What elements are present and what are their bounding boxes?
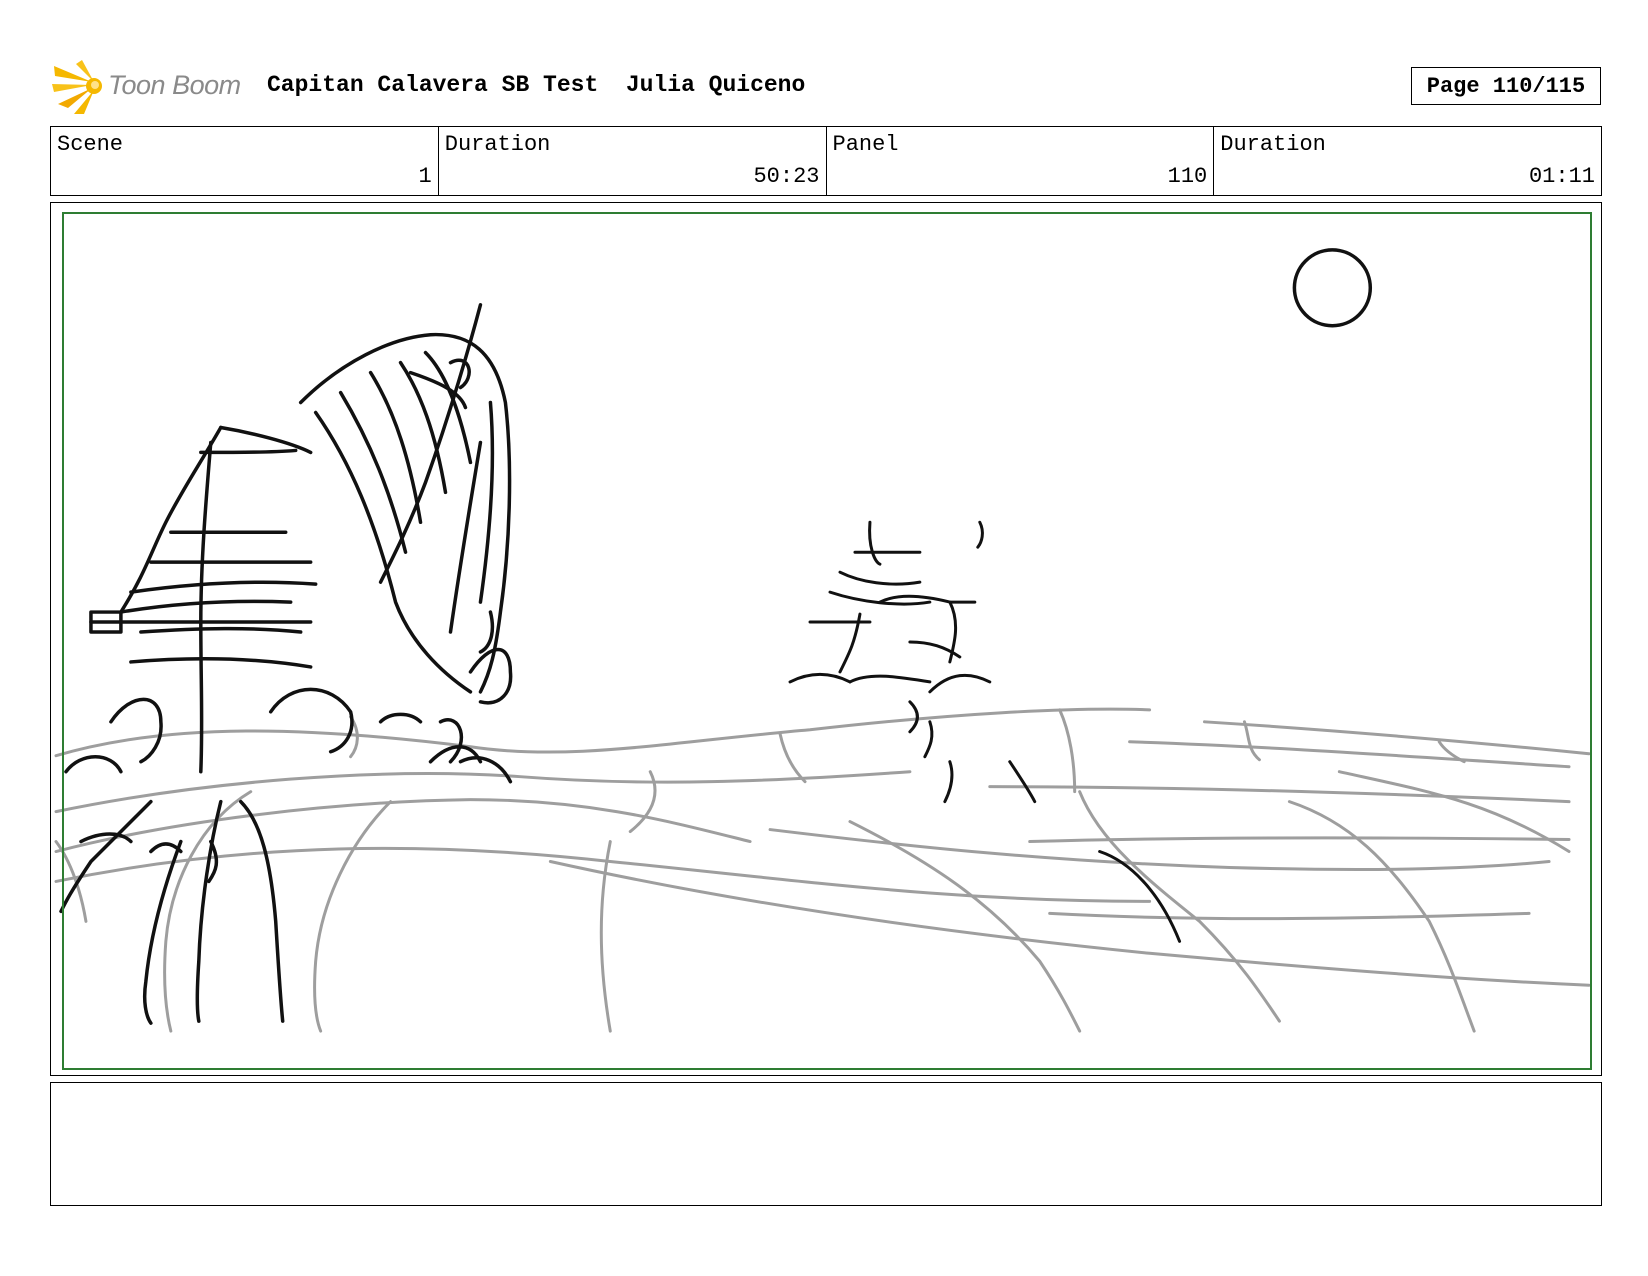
panel-notes-box	[50, 1082, 1602, 1206]
storyboard-title: Capitan Calavera SB Test Julia Quiceno	[267, 72, 806, 98]
panel-duration-label: Duration	[1220, 132, 1326, 157]
distant-ship-sketch	[788, 520, 1182, 943]
large-ship-sketch	[59, 303, 513, 1025]
panel-info-table: Scene 1 Duration 50:23 Panel 110 Duratio…	[50, 126, 1602, 196]
scene-label: Scene	[57, 132, 124, 157]
scene-cell: Scene 1	[51, 127, 438, 195]
scene-duration-value: 50:23	[753, 164, 820, 189]
panel-value: 110	[1167, 164, 1208, 189]
panel-label: Panel	[832, 132, 899, 157]
panel-duration-cell: Duration 01:11	[1213, 127, 1601, 195]
page-indicator: Page 110/115	[1411, 67, 1601, 105]
moon-sketch	[1292, 248, 1373, 328]
storyboard-panel	[50, 202, 1602, 1076]
logo-text: Toon Boom	[108, 70, 241, 100]
star-burst-icon	[52, 60, 102, 114]
panel-cell: Panel 110	[825, 127, 1214, 195]
scene-duration-cell: Duration 50:23	[437, 127, 826, 195]
ocean-waves-sketch	[54, 707, 1591, 1033]
panel-duration-value: 01:11	[1528, 164, 1595, 189]
panel-sketch-image	[54, 248, 1591, 1033]
toon-boom-logo: Toon Boom	[52, 56, 252, 116]
scene-value: 1	[418, 164, 432, 189]
scene-duration-label: Duration	[444, 132, 551, 157]
